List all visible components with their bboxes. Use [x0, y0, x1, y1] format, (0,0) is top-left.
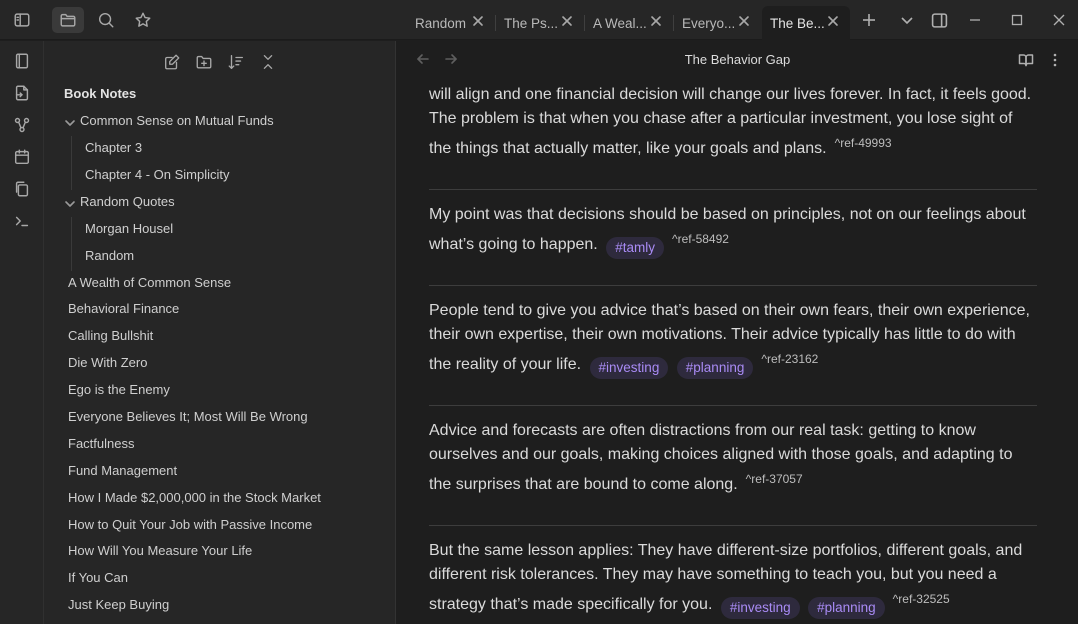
file-item[interactable]: Everyone Believes It; Most Will Be Wrong	[68, 409, 308, 424]
tag-investing[interactable]: #investing	[589, 357, 669, 379]
calendar-icon[interactable]	[11, 146, 33, 168]
folder-item[interactable]: Common Sense on Mutual Funds	[80, 113, 274, 128]
block-reference: ^ref-23162	[761, 352, 819, 366]
open-file-icon[interactable]	[11, 82, 33, 104]
new-note-icon[interactable]	[161, 51, 183, 73]
tab-random[interactable]: Random	[407, 6, 495, 40]
file-item[interactable]: How Will You Measure Your Life	[68, 543, 252, 558]
tab-everyone[interactable]: Everyo...	[674, 6, 761, 40]
divider	[429, 525, 1037, 526]
close-tab-icon[interactable]	[560, 14, 576, 30]
note-paragraph: People tend to give you advice that’s ba…	[429, 299, 1039, 379]
tab-the-behavior-gap[interactable]: The Be...	[762, 6, 850, 40]
search-icon[interactable]	[90, 7, 122, 33]
title-bar: Random The Ps... A Weal... Everyo... The…	[0, 0, 1078, 40]
note-paragraph: But the same lesson applies: They have d…	[429, 539, 1039, 619]
block-reference: ^ref-37057	[745, 472, 803, 486]
close-tab-icon[interactable]	[826, 14, 842, 30]
tab-label: A Weal...	[593, 15, 647, 31]
close-tab-icon[interactable]	[649, 14, 665, 30]
document-title[interactable]: The Behavior Gap	[397, 52, 1078, 67]
tab-label: Everyo...	[682, 15, 736, 31]
graph-icon[interactable]	[11, 114, 33, 136]
block-reference: ^ref-58492	[671, 232, 729, 246]
file-item[interactable]: Random	[85, 248, 134, 263]
tab-label: The Ps...	[504, 15, 559, 31]
close-icon[interactable]	[1049, 10, 1069, 30]
file-item[interactable]: How to Quit Your Job with Passive Income	[68, 517, 312, 532]
split-icon[interactable]	[929, 10, 949, 30]
file-item[interactable]: Behavioral Finance	[68, 301, 179, 316]
new-tab-icon[interactable]	[859, 10, 879, 30]
new-folder-icon[interactable]	[193, 51, 215, 73]
tab-label: Random	[415, 15, 467, 31]
tab-the-psychology[interactable]: The Ps...	[496, 6, 584, 40]
chevron-down-icon[interactable]	[64, 116, 76, 128]
indent-guide	[71, 217, 72, 271]
files-icon[interactable]	[11, 50, 33, 72]
chevron-down-icon[interactable]	[64, 197, 76, 209]
note-paragraph: Advice and forecasts are often distracti…	[429, 419, 1039, 497]
tab-a-wealth[interactable]: A Weal...	[585, 6, 673, 40]
maximize-icon[interactable]	[1007, 10, 1027, 30]
collapse-icon[interactable]	[257, 51, 279, 73]
file-item[interactable]: How I Made $2,000,000 in the Stock Marke…	[68, 490, 321, 505]
file-item[interactable]: Chapter 3	[85, 140, 142, 155]
file-item[interactable]: Calling Bullshit	[68, 328, 153, 343]
note-paragraph: My point was that decisions should be ba…	[429, 203, 1039, 259]
sidebar-toggle-icon[interactable]	[6, 7, 38, 33]
file-item[interactable]: Morgan Housel	[85, 221, 173, 236]
note-paragraph: will align and one financial decision wi…	[429, 83, 1039, 161]
file-explorer: Book Notes Common Sense on Mutual Funds …	[44, 41, 396, 624]
chevron-down-icon[interactable]	[897, 10, 917, 30]
file-item[interactable]: Die With Zero	[68, 355, 147, 370]
sort-icon[interactable]	[225, 51, 247, 73]
file-item[interactable]: Factfulness	[68, 436, 134, 451]
divider	[429, 405, 1037, 406]
file-item[interactable]: Chapter 4 - On Simplicity	[85, 167, 230, 182]
ribbon	[0, 41, 44, 624]
file-item[interactable]: Fund Management	[68, 463, 177, 478]
tag-investing[interactable]: #investing	[720, 597, 800, 619]
file-item[interactable]: A Wealth of Common Sense	[68, 275, 231, 290]
vault-root[interactable]: Book Notes	[64, 86, 136, 101]
editor-pane: The Behavior Gap will align and one fina…	[397, 41, 1078, 624]
block-reference: ^ref-49993	[834, 136, 892, 150]
terminal-icon[interactable]	[11, 210, 33, 232]
paragraph-text: Advice and forecasts are often distracti…	[429, 422, 1013, 493]
copy-icon[interactable]	[11, 178, 33, 200]
star-icon[interactable]	[127, 7, 159, 33]
more-options-icon[interactable]	[1045, 50, 1065, 70]
file-item[interactable]: If You Can	[68, 570, 128, 585]
reading-view-icon[interactable]	[1016, 50, 1036, 70]
divider	[429, 285, 1037, 286]
indent-guide	[71, 136, 72, 190]
close-tab-icon[interactable]	[737, 14, 753, 30]
tab-label: The Be...	[770, 15, 825, 31]
block-reference: ^ref-32525	[892, 592, 950, 606]
tag-tamly[interactable]: #tamly	[606, 237, 664, 259]
divider	[429, 189, 1037, 190]
tag-planning[interactable]: #planning	[808, 597, 885, 619]
paragraph-text: will align and one financial decision wi…	[429, 86, 1032, 157]
minimize-icon[interactable]	[965, 10, 985, 30]
file-item[interactable]: Just Keep Buying	[68, 597, 169, 612]
file-item[interactable]: Ego is the Enemy	[68, 382, 170, 397]
close-tab-icon[interactable]	[471, 14, 487, 30]
tag-planning[interactable]: #planning	[676, 357, 754, 379]
folder-icon[interactable]	[52, 7, 84, 33]
folder-item[interactable]: Random Quotes	[80, 194, 175, 209]
